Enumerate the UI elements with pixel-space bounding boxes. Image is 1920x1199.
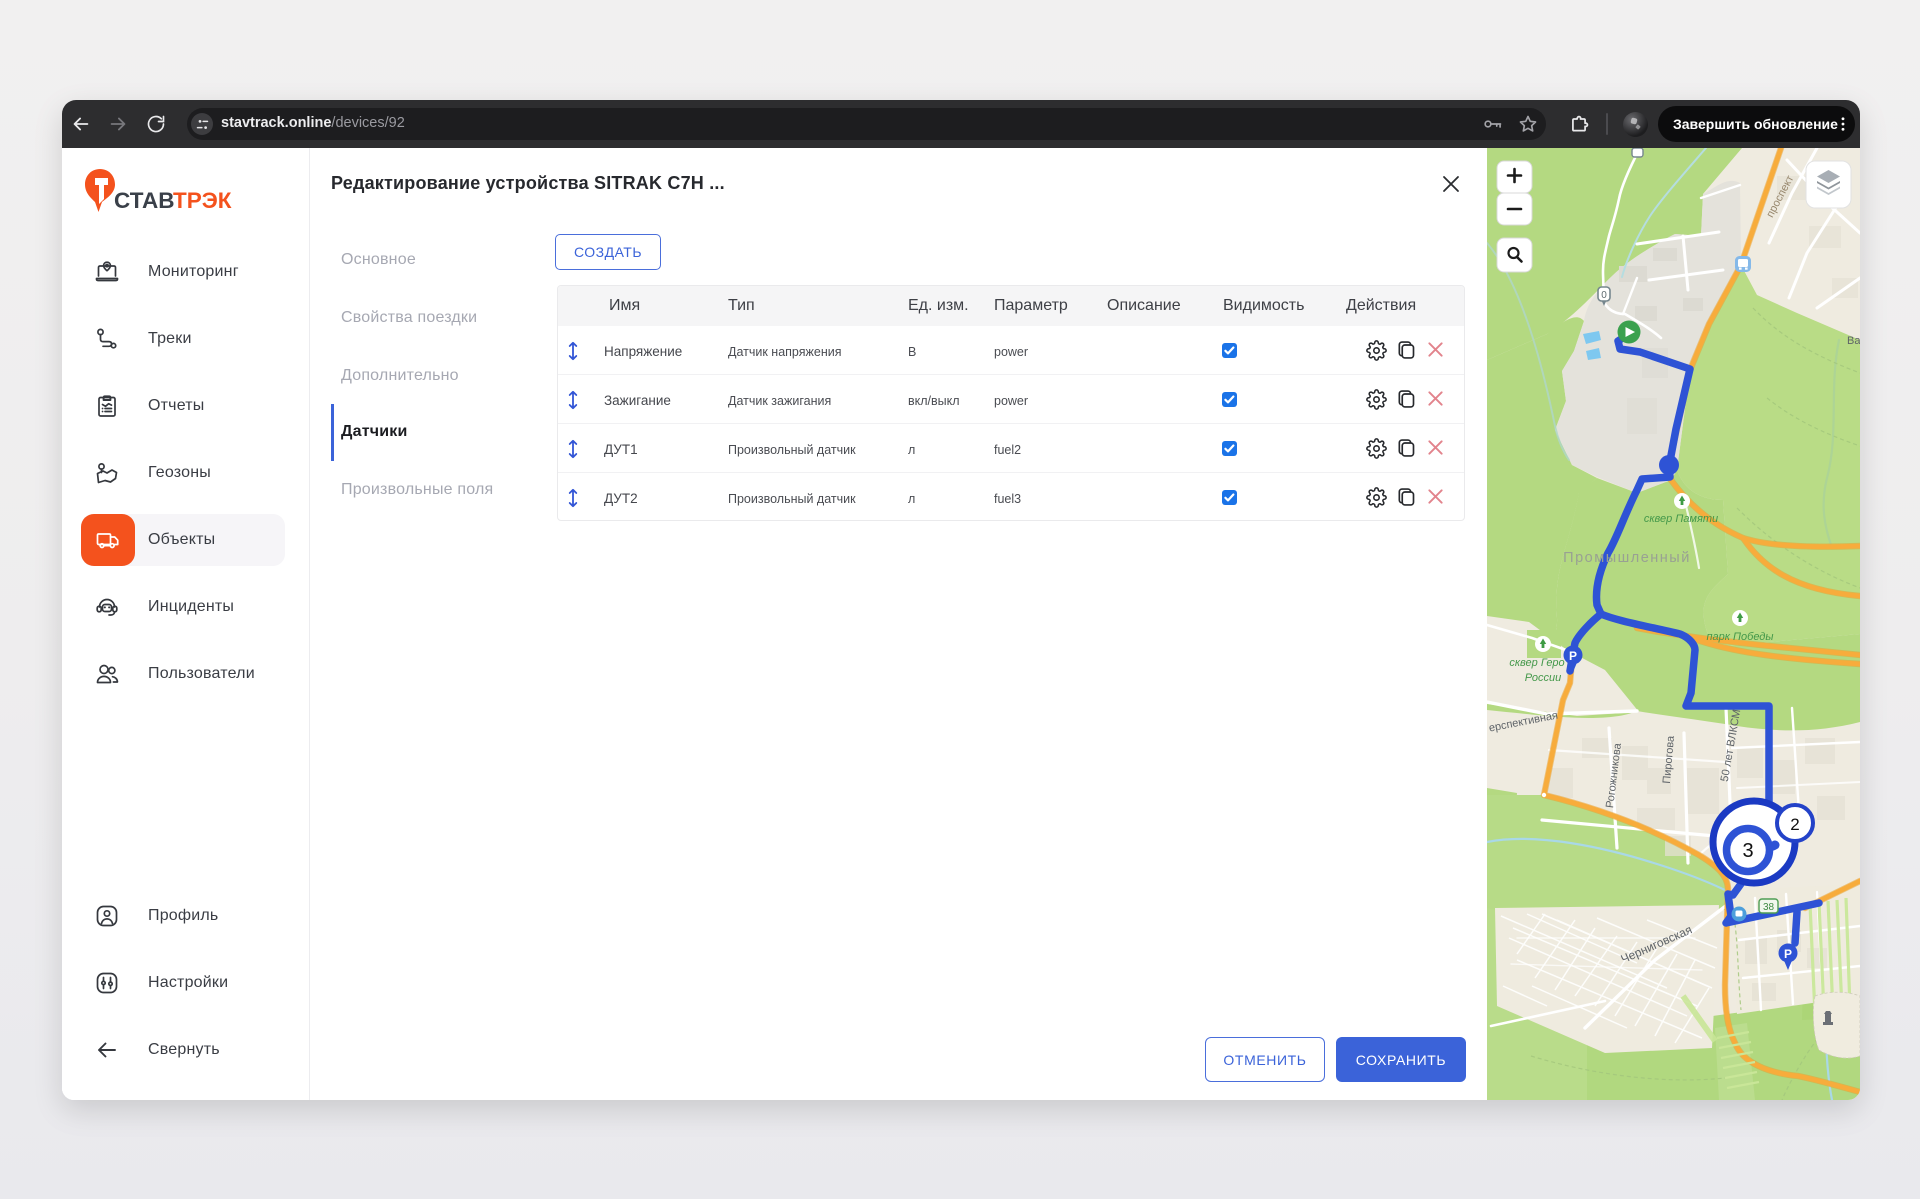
svg-text:3: 3 [1742, 840, 1753, 862]
svg-text:2: 2 [1790, 815, 1799, 834]
svg-text:Вас: Вас [1847, 335, 1860, 347]
svg-text:парк Победы: парк Победы [1707, 631, 1774, 643]
svg-text:сквер Геро: сквер Геро [1509, 657, 1564, 669]
svg-text:СТАВ: СТАВ [114, 188, 175, 213]
svg-text:P: P [1784, 947, 1792, 961]
svg-text:P: P [1569, 649, 1577, 663]
svg-text:Промышленный: Промышленный [1563, 550, 1691, 566]
svg-text:России: России [1525, 672, 1562, 684]
svg-text:сквер Памяти: сквер Памяти [1644, 513, 1718, 525]
svg-text:ТРЭК: ТРЭК [173, 188, 232, 213]
svg-text:38: 38 [1763, 902, 1775, 913]
svg-text:0: 0 [1601, 290, 1607, 301]
